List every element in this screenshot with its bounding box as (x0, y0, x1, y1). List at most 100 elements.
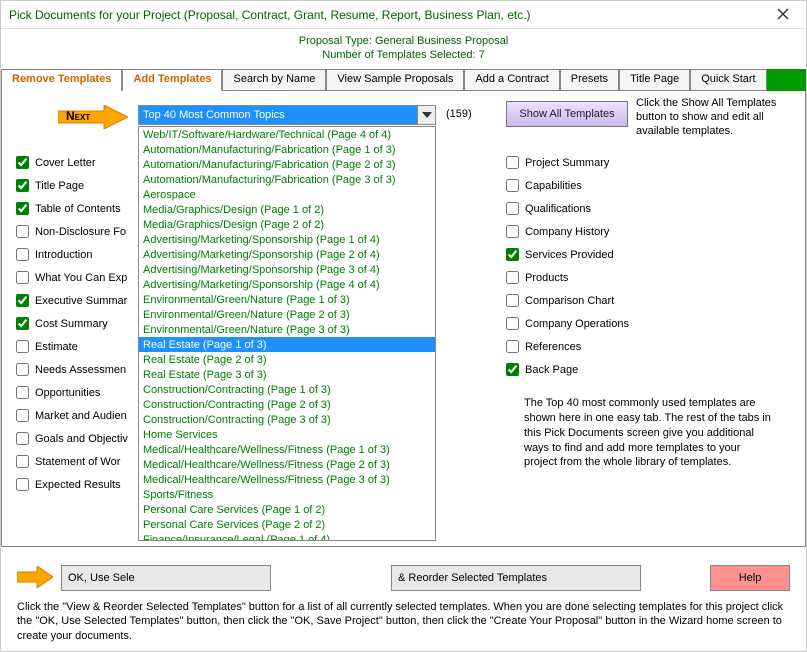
checkbox-statement-of-wor[interactable] (16, 455, 29, 468)
list-item[interactable]: Real Estate (Page 1 of 3) (139, 337, 435, 352)
checkbox-market-and-audien[interactable] (16, 409, 29, 422)
checkbox-introduction[interactable] (16, 248, 29, 261)
show-all-templates-button[interactable]: Show All Templates (506, 101, 628, 127)
check-label: Company Operations (525, 318, 629, 330)
explanation-text: The Top 40 most commonly used templates … (524, 396, 774, 470)
checkbox-goals-and-objectiv[interactable] (16, 432, 29, 445)
list-item[interactable]: Automation/Manufacturing/Fabrication (Pa… (139, 142, 435, 157)
tab-add-contract[interactable]: Add a Contract (464, 69, 559, 91)
checkbox-company-operations[interactable] (506, 317, 519, 330)
list-item[interactable]: Personal Care Services (Page 2 of 2) (139, 517, 435, 532)
checkbox-table-of-contents[interactable] (16, 202, 29, 215)
checkbox-comparison-chart[interactable] (506, 294, 519, 307)
checkbox-estimate[interactable] (16, 340, 29, 353)
list-item[interactable]: Media/Graphics/Design (Page 1 of 2) (139, 202, 435, 217)
tab-presets[interactable]: Presets (560, 69, 619, 91)
list-item[interactable]: Construction/Contracting (Page 3 of 3) (139, 412, 435, 427)
help-button[interactable]: Help (710, 565, 790, 591)
tab-search-by-name[interactable]: Search by Name (222, 69, 326, 91)
list-item[interactable]: Advertising/Marketing/Sponsorship (Page … (139, 277, 435, 292)
list-item[interactable]: Personal Care Services (Page 1 of 2) (139, 502, 435, 517)
left-check-row: Goals and Objectiv (16, 427, 144, 450)
dialog-window: Pick Documents for your Project (Proposa… (0, 0, 807, 652)
check-label: Comparison Chart (525, 295, 614, 307)
list-item[interactable]: Construction/Contracting (Page 1 of 3) (139, 382, 435, 397)
list-item[interactable]: Medical/Healthcare/Wellness/Fitness (Pag… (139, 472, 435, 487)
topic-combo[interactable]: Top 40 Most Common Topics (138, 105, 436, 125)
check-label: Capabilities (525, 180, 582, 192)
list-item[interactable]: Sports/Fitness (139, 487, 435, 502)
right-check-row: Products (506, 266, 746, 289)
chevron-down-icon (422, 112, 432, 118)
list-item[interactable]: Real Estate (Page 2 of 3) (139, 352, 435, 367)
list-item[interactable]: Finance/Insurance/Legal (Page 1 of 4) (139, 532, 435, 541)
checkbox-what-you-can-exp[interactable] (16, 271, 29, 284)
check-label: Expected Results (35, 479, 121, 491)
ok-use-selected-button[interactable]: OK, Use Sele (61, 565, 271, 591)
list-item[interactable]: Web/IT/Software/Hardware/Technical (Page… (139, 127, 435, 142)
left-check-row: Cover Letter (16, 151, 144, 174)
check-label: Opportunities (35, 387, 100, 399)
list-item[interactable]: Advertising/Marketing/Sponsorship (Page … (139, 262, 435, 277)
checkbox-title-page[interactable] (16, 179, 29, 192)
checkbox-back-page[interactable] (506, 363, 519, 376)
ok-use-label: OK, Use Sele (68, 572, 135, 584)
checkbox-qualifications[interactable] (506, 202, 519, 215)
list-item[interactable]: Advertising/Marketing/Sponsorship (Page … (139, 232, 435, 247)
checkbox-references[interactable] (506, 340, 519, 353)
list-item[interactable]: Construction/Contracting (Page 2 of 3) (139, 397, 435, 412)
tab-content: Next Top 40 Most Common Topics (159) Sho… (1, 91, 806, 547)
list-item[interactable]: Automation/Manufacturing/Fabrication (Pa… (139, 157, 435, 172)
list-item[interactable]: Advertising/Marketing/Sponsorship (Page … (139, 247, 435, 262)
checkbox-needs-assessmen[interactable] (16, 363, 29, 376)
checkbox-company-history[interactable] (506, 225, 519, 238)
checkbox-project-summary[interactable] (506, 156, 519, 169)
combo-arrow[interactable] (417, 106, 435, 124)
check-label: Needs Assessmen (35, 364, 126, 376)
right-check-row: Company Operations (506, 312, 746, 335)
tab-view-sample[interactable]: View Sample Proposals (326, 69, 464, 91)
view-reorder-button[interactable]: & Reorder Selected Templates (391, 565, 641, 591)
close-button[interactable] (768, 7, 798, 23)
list-item[interactable]: Environmental/Green/Nature (Page 3 of 3) (139, 322, 435, 337)
list-item[interactable]: Media/Graphics/Design (Page 2 of 2) (139, 217, 435, 232)
list-item[interactable]: Automation/Manufacturing/Fabrication (Pa… (139, 172, 435, 187)
list-item[interactable]: Aerospace (139, 187, 435, 202)
right-check-row: References (506, 335, 746, 358)
left-check-row: Estimate (16, 335, 144, 358)
check-label: Qualifications (525, 203, 591, 215)
checkbox-opportunities[interactable] (16, 386, 29, 399)
checkbox-non-disclosure-fo[interactable] (16, 225, 29, 238)
checkbox-capabilities[interactable] (506, 179, 519, 192)
right-check-row: Company History (506, 220, 746, 243)
checkbox-executive-summar[interactable] (16, 294, 29, 307)
list-item[interactable]: Real Estate (Page 3 of 3) (139, 367, 435, 382)
list-item[interactable]: Environmental/Green/Nature (Page 1 of 3) (139, 292, 435, 307)
checkbox-expected-results[interactable] (16, 478, 29, 491)
list-item[interactable]: Environmental/Green/Nature (Page 2 of 3) (139, 307, 435, 322)
check-label: Non-Disclosure Fo (35, 226, 126, 238)
next-arrow: Next (58, 105, 128, 132)
right-check-row: Qualifications (506, 197, 746, 220)
list-item[interactable]: Medical/Healthcare/Wellness/Fitness (Pag… (139, 442, 435, 457)
topic-count: (159) (446, 108, 472, 120)
tab-title-page[interactable]: Title Page (619, 69, 690, 91)
left-check-row: Statement of Wor (16, 450, 144, 473)
list-item[interactable]: Home Services (139, 427, 435, 442)
checkbox-cover-letter[interactable] (16, 156, 29, 169)
checkbox-products[interactable] (506, 271, 519, 284)
tab-quick-start[interactable]: Quick Start (690, 69, 766, 91)
list-item[interactable]: Medical/Healthcare/Wellness/Fitness (Pag… (139, 457, 435, 472)
next-label: Next (66, 109, 90, 123)
tab-remove-templates[interactable]: Remove Templates (1, 69, 122, 91)
topic-listbox[interactable]: Web/IT/Software/Hardware/Technical (Page… (138, 126, 436, 541)
view-reorder-label: & Reorder Selected Templates (398, 572, 547, 584)
check-label: References (525, 341, 581, 353)
right-check-row: Project Summary (506, 151, 746, 174)
right-check-row: Services Provided (506, 243, 746, 266)
checkbox-cost-summary[interactable] (16, 317, 29, 330)
checkbox-services-provided[interactable] (506, 248, 519, 261)
check-label: Table of Contents (35, 203, 121, 215)
tab-add-templates[interactable]: Add Templates (122, 69, 222, 91)
show-all-tip: Click the Show All Templates button to s… (636, 97, 786, 138)
